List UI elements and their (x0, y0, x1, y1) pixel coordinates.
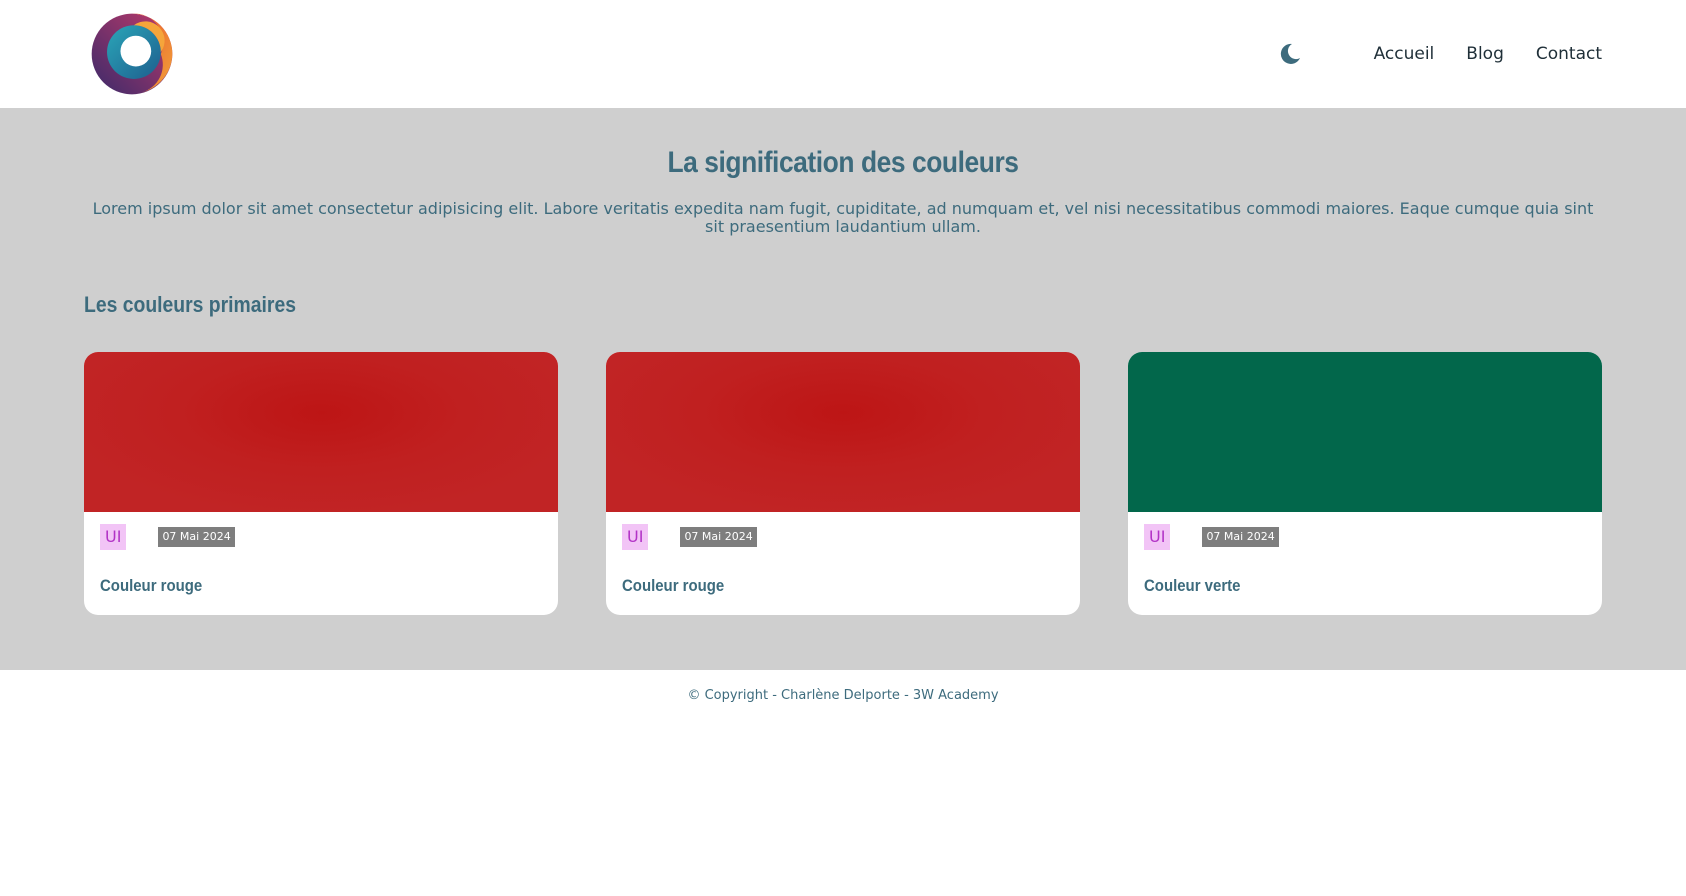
main-nav: Accueil Blog Contact (1374, 44, 1602, 64)
card-meta: UI 07 Mai 2024 (1128, 512, 1602, 550)
site-footer: © Copyright - Charlène Delporte - 3W Aca… (0, 670, 1686, 703)
nav-link-blog[interactable]: Blog (1466, 44, 1504, 64)
site-header: Accueil Blog Contact (0, 0, 1686, 108)
section-title: Les couleurs primaires (84, 292, 296, 317)
date-badge: 07 Mai 2024 (680, 527, 757, 547)
header-right: Accueil Blog Contact (1278, 42, 1602, 66)
swirl-logo-icon[interactable] (84, 6, 180, 102)
article-card[interactable]: UI 07 Mai 2024 Couleur rouge (84, 352, 558, 615)
card-meta: UI 07 Mai 2024 (606, 512, 1080, 550)
moon-icon[interactable] (1278, 42, 1302, 66)
nav-link-accueil[interactable]: Accueil (1374, 44, 1435, 64)
card-title[interactable]: Couleur rouge (622, 576, 1011, 596)
date-badge: 07 Mai 2024 (1202, 527, 1279, 547)
copyright-text: © Copyright - Charlène Delporte - 3W Aca… (687, 688, 999, 703)
card-title[interactable]: Couleur verte (1144, 576, 1533, 596)
article-card[interactable]: UI 07 Mai 2024 Couleur rouge (606, 352, 1080, 615)
card-meta: UI 07 Mai 2024 (84, 512, 558, 550)
nav-link-contact[interactable]: Contact (1536, 44, 1602, 64)
card-image[interactable] (84, 352, 558, 512)
card-image[interactable] (1128, 352, 1602, 512)
article-card[interactable]: UI 07 Mai 2024 Couleur verte (1128, 352, 1602, 615)
card-title[interactable]: Couleur rouge (100, 576, 489, 596)
intro-text: Lorem ipsum dolor sit amet consectetur a… (92, 199, 1594, 236)
date-badge: 07 Mai 2024 (158, 527, 235, 547)
category-tag[interactable]: UI (622, 524, 649, 550)
category-tag[interactable]: UI (100, 524, 127, 550)
card-image[interactable] (606, 352, 1080, 512)
card-list: UI 07 Mai 2024 Couleur rouge UI 07 Mai 2… (84, 352, 1602, 615)
page-title: La signification des couleurs (667, 146, 1019, 179)
category-tag[interactable]: UI (1144, 524, 1171, 550)
main-content: La signification des couleurs Lorem ipsu… (0, 108, 1686, 670)
